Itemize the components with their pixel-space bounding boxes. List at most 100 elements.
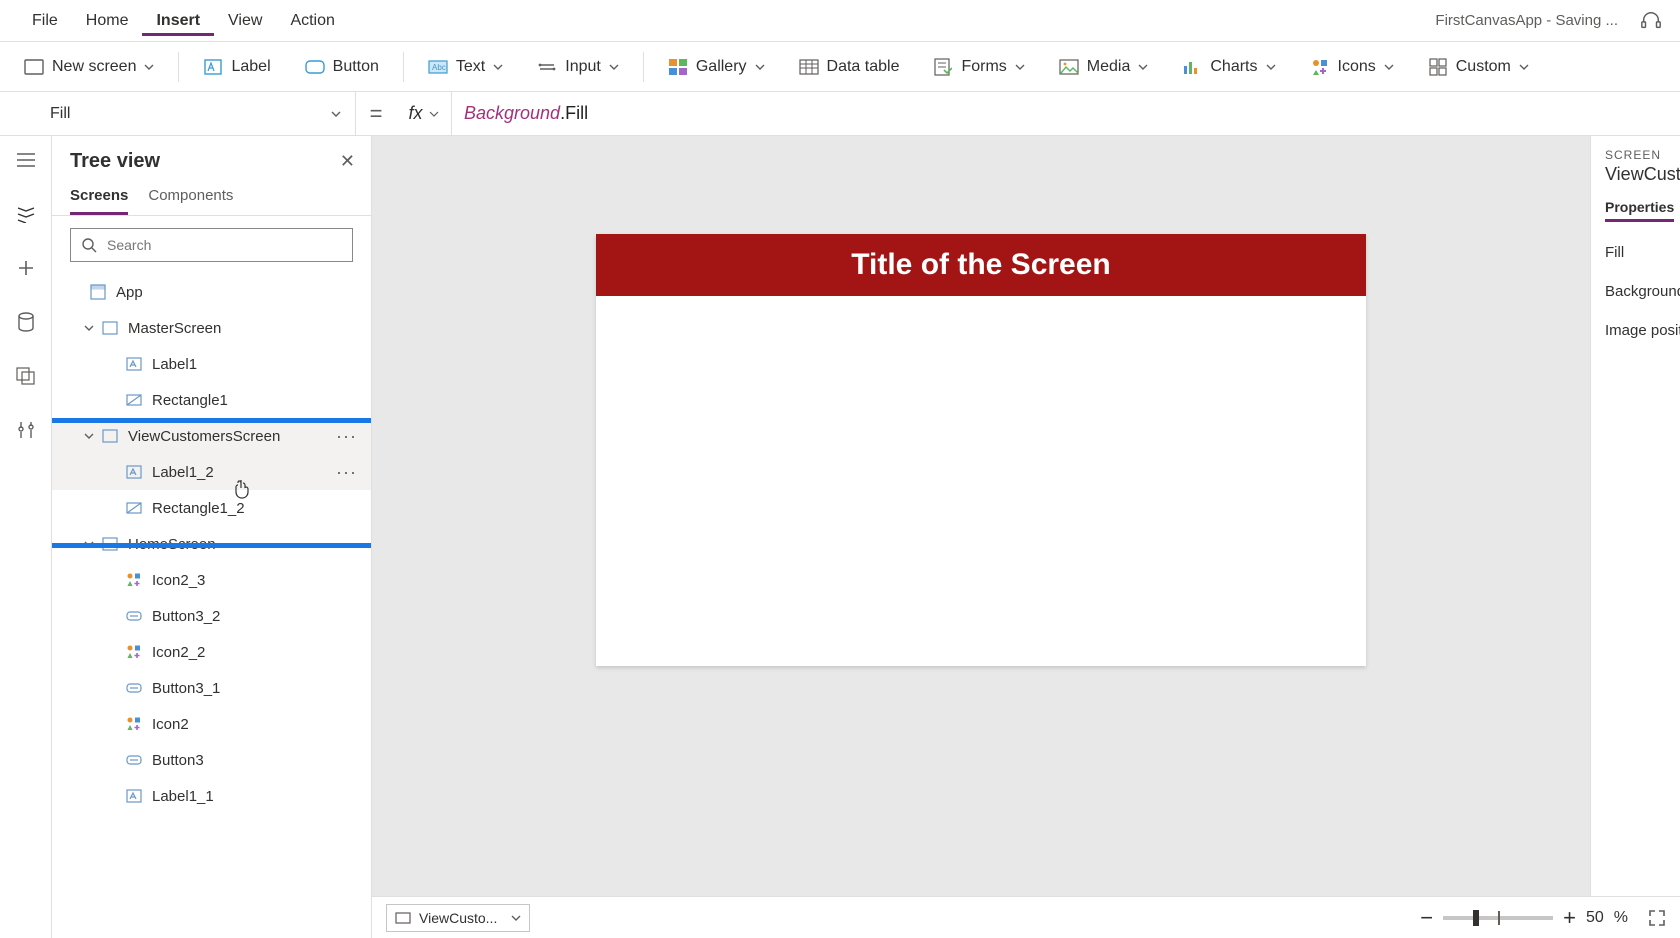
button-btn-text: Button: [333, 58, 379, 76]
tree-item-label1_2[interactable]: Label1_2···: [52, 454, 371, 490]
status-screen-selector[interactable]: ViewCusto...: [386, 904, 530, 932]
zoom-slider[interactable]: [1443, 916, 1553, 920]
tree-item-icon2[interactable]: Icon2: [52, 706, 371, 742]
insert-media-button[interactable]: Media: [1049, 51, 1159, 83]
tree-item-homescreen[interactable]: HomeScreen: [52, 526, 371, 562]
formula-bar: Fill = fx Background.Fill: [0, 92, 1680, 136]
formula-input[interactable]: Background.Fill: [452, 103, 600, 124]
tree-item-label: ViewCustomersScreen: [128, 428, 280, 445]
menu-insert[interactable]: Insert: [142, 6, 214, 36]
tree-item-icon2_3[interactable]: Icon2_3: [52, 562, 371, 598]
custom-icon: [1428, 57, 1448, 77]
property-selector[interactable]: Fill: [36, 92, 356, 136]
new-screen-label: New screen: [52, 58, 136, 76]
text-icon: Abc: [428, 57, 448, 77]
app-title: FirstCanvasApp - Saving ...: [1435, 12, 1628, 29]
tree-item-label: Icon2: [152, 716, 189, 733]
insert-gallery-button[interactable]: Gallery: [658, 51, 775, 83]
tree-item-icon2_2[interactable]: Icon2_2: [52, 634, 371, 670]
close-icon[interactable]: ✕: [340, 151, 355, 172]
media-rail-icon[interactable]: [14, 364, 38, 388]
tree-item-label: Icon2_3: [152, 572, 205, 589]
button-icon: [124, 752, 144, 768]
search-input[interactable]: [105, 236, 342, 254]
tree-list: AppMasterScreenLabel1Rectangle1ViewCusto…: [52, 274, 371, 938]
data-icon[interactable]: [14, 310, 38, 334]
screen-icon: [100, 320, 120, 336]
insert-data-table-button[interactable]: Data table: [789, 51, 910, 83]
chevron-down-icon: [511, 913, 521, 923]
top-menu-bar: File Home Insert View Action FirstCanvas…: [0, 0, 1680, 42]
screen-title-bar[interactable]: Title of the Screen: [596, 234, 1366, 296]
input-btn-text: Input: [565, 58, 601, 76]
tree-item-rectangle1_2[interactable]: Rectangle1_2: [52, 490, 371, 526]
tree-tabs: Screens Components: [52, 179, 371, 216]
tree-item-button3[interactable]: Button3: [52, 742, 371, 778]
tree-item-app[interactable]: App: [52, 274, 371, 310]
new-screen-button[interactable]: New screen: [14, 51, 164, 83]
canvas-area[interactable]: Title of the Screen: [372, 136, 1590, 938]
formula-member: .Fill: [560, 103, 588, 123]
menu-file[interactable]: File: [18, 6, 72, 36]
charts-icon: [1182, 57, 1202, 77]
tree-item-label1_1[interactable]: Label1_1: [52, 778, 371, 814]
tree-item-rectangle1[interactable]: Rectangle1: [52, 382, 371, 418]
insert-text-button[interactable]: Abc Text: [418, 51, 513, 83]
icon-icon: [124, 644, 144, 660]
tree-item-label: Button3_1: [152, 680, 220, 697]
insert-charts-button[interactable]: Charts: [1172, 51, 1285, 83]
more-options-icon[interactable]: ···: [336, 426, 357, 447]
gallery-icon: [668, 57, 688, 77]
prop-row-background[interactable]: Background: [1605, 283, 1680, 300]
tree-view-icon[interactable]: [14, 202, 38, 226]
label-btn-text: Label: [231, 58, 270, 76]
canvas-screen[interactable]: Title of the Screen: [596, 234, 1366, 666]
prop-row-image-position[interactable]: Image posit: [1605, 322, 1680, 339]
insert-input-button[interactable]: Input: [527, 51, 629, 83]
tree-item-label: App: [116, 284, 143, 301]
tab-components[interactable]: Components: [148, 187, 233, 215]
chevron-down-icon: [609, 62, 619, 72]
menu-home[interactable]: Home: [72, 6, 143, 36]
plus-icon[interactable]: [14, 256, 38, 280]
icon-icon: [124, 716, 144, 732]
advanced-tools-icon[interactable]: [14, 418, 38, 442]
tab-properties[interactable]: Properties: [1605, 199, 1674, 222]
label-icon: [124, 464, 144, 480]
prop-row-fill[interactable]: Fill: [1605, 244, 1680, 261]
tree-item-label1[interactable]: Label1: [52, 346, 371, 382]
tree-item-button3_1[interactable]: Button3_1: [52, 670, 371, 706]
menu-action[interactable]: Action: [276, 6, 348, 36]
insert-forms-button[interactable]: Forms: [923, 51, 1034, 83]
zoom-out-button[interactable]: −: [1420, 905, 1433, 931]
tree-item-label: Button3_2: [152, 608, 220, 625]
equals-sign: =: [356, 101, 396, 127]
screen-icon: [24, 57, 44, 77]
status-screen-name: ViewCusto...: [419, 910, 497, 926]
search-box[interactable]: [70, 228, 353, 262]
chevron-down-icon: [1266, 62, 1276, 72]
tab-screens[interactable]: Screens: [70, 187, 128, 215]
hamburger-icon[interactable]: [14, 148, 38, 172]
support-icon[interactable]: [1640, 10, 1662, 32]
svg-text:Abc: Abc: [432, 63, 446, 72]
tree-item-viewcustomersscreen[interactable]: ViewCustomersScreen ···: [52, 418, 371, 454]
more-options-icon[interactable]: ···: [336, 462, 357, 483]
zoom-in-button[interactable]: +: [1563, 905, 1576, 931]
insert-icons-button[interactable]: Icons: [1300, 51, 1404, 83]
fx-button[interactable]: fx: [396, 92, 452, 135]
screen-icon: [100, 536, 120, 552]
chevron-down-icon: [755, 62, 765, 72]
insert-button-button[interactable]: Button: [295, 51, 389, 83]
fit-to-window-icon[interactable]: [1648, 909, 1666, 927]
tree-item-button3_2[interactable]: Button3_2: [52, 598, 371, 634]
insert-label-button[interactable]: Label: [193, 51, 280, 83]
tree-item-masterscreen[interactable]: MasterScreen: [52, 310, 371, 346]
menu-view[interactable]: View: [214, 6, 276, 36]
chevron-down-icon: [1519, 62, 1529, 72]
props-caption: SCREEN: [1605, 148, 1680, 162]
icons-btn-text: Icons: [1338, 58, 1376, 76]
screen-icon: [395, 912, 411, 924]
tree-item-label: Icon2_2: [152, 644, 205, 661]
insert-custom-button[interactable]: Custom: [1418, 51, 1539, 83]
